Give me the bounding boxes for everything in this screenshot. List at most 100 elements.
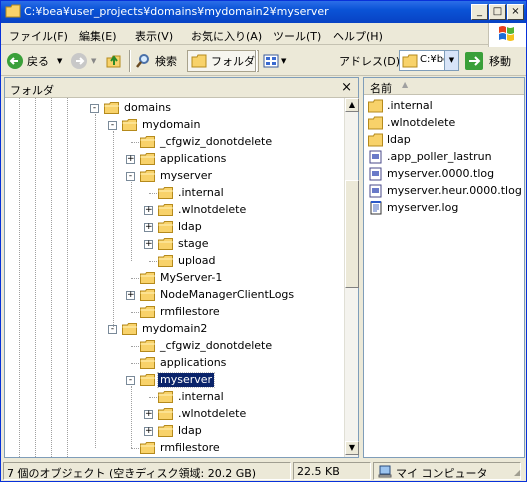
collapse-icon[interactable]: -	[108, 121, 117, 130]
tree-item-label[interactable]: applications	[158, 356, 228, 370]
tree-item-label[interactable]: .wlnotdelete	[176, 407, 248, 421]
tree-item-label[interactable]: myserver	[158, 169, 214, 183]
file-name[interactable]: .app_poller_lastrun	[387, 150, 492, 163]
scroll-down-button[interactable]: ▼	[345, 441, 359, 455]
back-button[interactable]: 戻る ▼	[7, 50, 62, 72]
tree-item-label[interactable]: .internal	[176, 390, 226, 404]
expand-icon[interactable]: +	[144, 427, 153, 436]
file-name[interactable]: ldap	[387, 133, 411, 146]
tree-item-label[interactable]: mydomain2	[140, 322, 209, 336]
file-name[interactable]: myserver.heur.0000.tlog	[387, 184, 522, 197]
collapse-icon[interactable]: -	[126, 376, 135, 385]
collapse-icon[interactable]: -	[90, 104, 99, 113]
menu-view[interactable]: 表示(V)	[135, 28, 173, 44]
file-name[interactable]: .wlnotdelete	[387, 116, 455, 129]
name-column-header[interactable]: 名前 ▲	[364, 78, 524, 95]
tree-item[interactable]: + applications	[5, 151, 344, 168]
tree-item-label[interactable]: MyServer-1	[158, 271, 224, 285]
up-button[interactable]	[105, 50, 123, 72]
tree-item-label[interactable]: rmfilestore	[158, 441, 222, 455]
address-bar[interactable]: C:¥be ▼	[399, 50, 459, 71]
tree-connector	[149, 261, 157, 262]
expand-icon[interactable]: +	[126, 291, 135, 300]
file-name[interactable]: .internal	[387, 99, 433, 112]
tree-item[interactable]: .internal	[5, 185, 344, 202]
minimize-button[interactable]: _	[471, 4, 488, 20]
search-button[interactable]: 検索	[135, 50, 177, 72]
tree-item[interactable]: rmfilestore	[5, 440, 344, 457]
menu-help[interactable]: ヘルプ(H)	[333, 28, 383, 44]
tree-item[interactable]: _cfgwiz_donotdelete	[5, 134, 344, 151]
menu-favorites[interactable]: お気に入り(A)	[191, 28, 262, 44]
file-name[interactable]: myserver.log	[387, 201, 458, 214]
tree-item[interactable]: + ldap	[5, 219, 344, 236]
tree-item-label[interactable]: upload	[176, 254, 217, 268]
menu-file[interactable]: ファイル(F)	[9, 28, 68, 44]
file-item[interactable]: .wlnotdelete	[368, 115, 524, 132]
file-item[interactable]: .internal	[368, 98, 524, 115]
expand-icon[interactable]: +	[126, 155, 135, 164]
tree-item[interactable]: upload	[5, 253, 344, 270]
expand-icon[interactable]: +	[144, 240, 153, 249]
tree-item[interactable]: + ldap	[5, 423, 344, 440]
tree-item[interactable]: applications	[5, 355, 344, 372]
tree-item-label[interactable]: mydomain	[140, 118, 202, 132]
scroll-thumb[interactable]	[345, 180, 359, 288]
tree-item-label[interactable]: .internal	[176, 186, 226, 200]
resize-grip-icon[interactable]: ◢	[514, 468, 524, 478]
views-button[interactable]: ▼	[263, 50, 286, 72]
tree-item[interactable]: + .wlnotdelete	[5, 202, 344, 219]
tree-item-label[interactable]: stage	[176, 237, 211, 251]
my-computer-icon	[378, 465, 392, 478]
file-item[interactable]: myserver.heur.0000.tlog	[368, 183, 524, 200]
tree-item-label[interactable]: ldap	[176, 424, 204, 438]
scroll-up-button[interactable]: ▲	[345, 98, 359, 112]
maximize-button[interactable]: □	[489, 4, 506, 20]
address-dropdown-icon[interactable]: ▼	[444, 51, 458, 70]
tree-item[interactable]: - domains	[5, 100, 344, 117]
tree-item-label[interactable]: _cfgwiz_donotdelete	[158, 135, 274, 149]
back-dropdown-icon[interactable]: ▼	[57, 57, 62, 65]
expand-icon[interactable]: +	[144, 410, 153, 419]
go-button[interactable]: 移動	[465, 50, 523, 72]
tree-item[interactable]: rmfilestore	[5, 304, 344, 321]
back-arrow-icon	[7, 53, 23, 69]
tree-item-label[interactable]: NodeManagerClientLogs	[158, 288, 296, 302]
address-value[interactable]: C:¥be	[420, 54, 444, 65]
tree-item-label[interactable]: ldap	[176, 220, 204, 234]
tree-item-label[interactable]: domains	[122, 101, 173, 115]
forward-button[interactable]: ▼	[71, 50, 96, 72]
tree-item-label[interactable]: myserver	[156, 372, 216, 388]
tree-item[interactable]: + .wlnotdelete	[5, 406, 344, 423]
tree-item-label[interactable]: rmfilestore	[158, 305, 222, 319]
file-item[interactable]: ldap	[368, 132, 524, 149]
file-item[interactable]: .app_poller_lastrun	[368, 149, 524, 166]
folders-button[interactable]: フォルダ	[187, 50, 259, 72]
expand-icon[interactable]: +	[144, 206, 153, 215]
tree-item[interactable]: - mydomain	[5, 117, 344, 134]
expand-icon[interactable]: +	[144, 223, 153, 232]
file-item[interactable]: myserver.log	[368, 200, 524, 217]
tree-item[interactable]: - myserver	[5, 372, 344, 389]
forward-dropdown-icon[interactable]: ▼	[91, 57, 96, 65]
folder-pane-close-button[interactable]: ×	[341, 80, 352, 95]
tree-item[interactable]: - mydomain2	[5, 321, 344, 338]
title-bar[interactable]: C:¥bea¥user_projects¥domains¥mydomain2¥m…	[1, 1, 526, 23]
tree-item[interactable]: _cfgwiz_donotdelete	[5, 338, 344, 355]
file-name[interactable]: myserver.0000.tlog	[387, 167, 494, 180]
tree-item[interactable]: - myserver	[5, 168, 344, 185]
tree-item[interactable]: MyServer-1	[5, 270, 344, 287]
close-button[interactable]: ×	[507, 4, 524, 20]
file-item[interactable]: myserver.0000.tlog	[368, 166, 524, 183]
tree-guide-line	[51, 98, 52, 457]
tree-item-label[interactable]: .wlnotdelete	[176, 203, 248, 217]
tree-item-label[interactable]: applications	[158, 152, 228, 166]
menu-edit[interactable]: 編集(E)	[79, 28, 117, 44]
tree-scrollbar[interactable]: ▲ ▼	[344, 98, 359, 457]
tree-item-label[interactable]: _cfgwiz_donotdelete	[158, 339, 274, 353]
tree-item[interactable]: + stage	[5, 236, 344, 253]
tree-item[interactable]: .internal	[5, 389, 344, 406]
menu-tools[interactable]: ツール(T)	[273, 28, 321, 44]
collapse-icon[interactable]: -	[126, 172, 135, 181]
tree-item[interactable]: + NodeManagerClientLogs	[5, 287, 344, 304]
